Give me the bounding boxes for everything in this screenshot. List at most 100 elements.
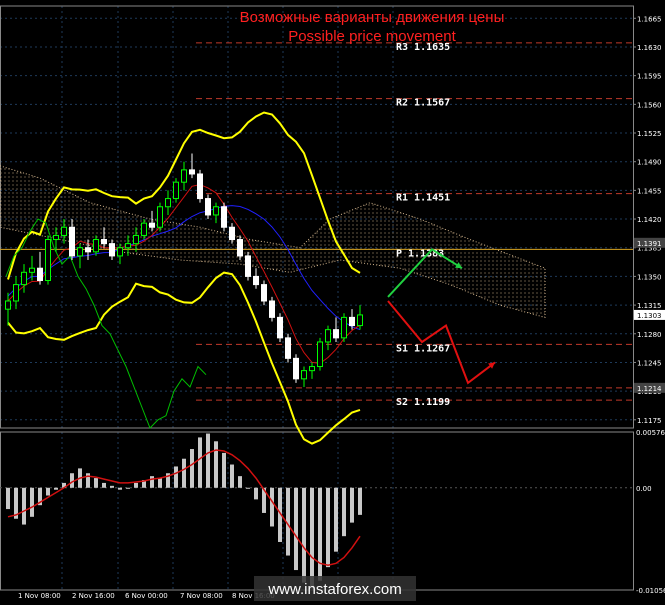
candle bbox=[173, 178, 179, 203]
candle bbox=[45, 235, 51, 285]
watermark-text: www.instaforex.com bbox=[267, 581, 401, 598]
time-tick-label: 7 Nov 08:00 bbox=[180, 592, 223, 600]
osc-histogram-bar bbox=[158, 478, 162, 488]
osc-histogram-bar bbox=[246, 487, 250, 489]
candle bbox=[197, 169, 203, 203]
candle-body bbox=[93, 239, 99, 253]
osc-histogram-bar bbox=[198, 437, 202, 488]
osc-histogram-bar bbox=[46, 487, 50, 496]
level-label-r1: R1 1.1451 bbox=[396, 193, 450, 204]
price-marker-label: 1.1391 bbox=[637, 240, 662, 248]
candle-body bbox=[341, 316, 347, 339]
candle-body bbox=[213, 206, 219, 216]
watermark: www.instaforex.com bbox=[254, 576, 416, 601]
osc-histogram-bar bbox=[102, 482, 106, 488]
osc-histogram-bar bbox=[222, 452, 226, 488]
candle-body bbox=[253, 275, 259, 286]
level-label-r2: R2 1.1567 bbox=[396, 98, 450, 109]
level-label-s2: S2 1.1199 bbox=[396, 397, 450, 408]
price-tick-label: 1.1350 bbox=[637, 273, 662, 281]
price-chart: R3 1.1635R2 1.1567R1 1.1451P 1.1383S1 1.… bbox=[0, 0, 665, 605]
candle-body bbox=[205, 198, 211, 216]
candle-body bbox=[29, 267, 35, 273]
osc-histogram-bar bbox=[302, 487, 306, 583]
price-tick-label: 1.1595 bbox=[637, 73, 662, 81]
price-marker-label: 1.1214 bbox=[637, 385, 662, 393]
osc-histogram-bar bbox=[94, 478, 98, 488]
osc-tick-label: 0.00576 bbox=[636, 429, 665, 437]
osc-histogram-bar bbox=[6, 487, 10, 510]
candle-body bbox=[69, 226, 75, 257]
candle-body bbox=[237, 239, 243, 257]
candle-body bbox=[37, 267, 43, 282]
candle bbox=[293, 354, 299, 383]
osc-histogram-bar bbox=[310, 487, 314, 589]
candle-body bbox=[317, 341, 323, 368]
osc-histogram-bar bbox=[318, 487, 322, 581]
candle-body bbox=[5, 300, 11, 310]
candle bbox=[277, 313, 283, 342]
candle-body bbox=[157, 206, 163, 228]
osc-histogram-bar bbox=[238, 476, 242, 488]
osc-tick-label: 0.00 bbox=[636, 485, 652, 493]
osc-histogram-bar bbox=[230, 464, 234, 488]
candle-body bbox=[189, 169, 195, 175]
candle-body bbox=[21, 271, 27, 286]
price-tick-label: 1.1630 bbox=[637, 44, 662, 52]
candle-body bbox=[133, 234, 139, 245]
osc-histogram-bar bbox=[54, 487, 58, 490]
candle-body bbox=[165, 198, 171, 208]
osc-histogram-bar bbox=[182, 458, 186, 488]
osc-histogram-bar bbox=[118, 487, 122, 490]
candle-body bbox=[197, 173, 203, 200]
osc-histogram-bar bbox=[342, 487, 346, 537]
candle-body bbox=[261, 284, 267, 302]
candle bbox=[245, 251, 251, 281]
candle-body bbox=[229, 226, 235, 241]
osc-histogram-bar bbox=[150, 476, 154, 488]
candle-body bbox=[277, 316, 283, 339]
time-tick-label: 6 Nov 00:00 bbox=[125, 592, 168, 600]
candle bbox=[221, 202, 227, 232]
osc-histogram-bar bbox=[110, 485, 114, 488]
level-label-p: P 1.1383 bbox=[396, 248, 444, 259]
candle-body bbox=[333, 329, 339, 339]
candle-body bbox=[61, 226, 67, 236]
osc-histogram-bar bbox=[254, 487, 258, 500]
candle-body bbox=[45, 239, 51, 282]
candle-body bbox=[245, 255, 251, 277]
candle-body bbox=[349, 316, 355, 327]
candle-body bbox=[53, 234, 59, 241]
candle-body bbox=[85, 247, 91, 253]
price-marker-label: 1.1303 bbox=[637, 312, 662, 320]
candle-body bbox=[285, 337, 291, 359]
candle-body bbox=[293, 357, 299, 380]
candle-body bbox=[301, 370, 307, 380]
osc-histogram-bar bbox=[294, 487, 298, 571]
candle-body bbox=[149, 222, 155, 228]
osc-histogram-bar bbox=[270, 487, 274, 527]
candle bbox=[269, 296, 275, 322]
price-tick-label: 1.1245 bbox=[637, 359, 662, 367]
osc-histogram-bar bbox=[214, 441, 218, 488]
candle-body bbox=[173, 181, 179, 200]
osc-histogram-bar bbox=[134, 482, 138, 488]
time-tick-label: 1 Nov 08:00 bbox=[18, 592, 61, 600]
candle-body bbox=[101, 239, 107, 245]
osc-histogram-bar bbox=[206, 433, 210, 488]
osc-histogram-bar bbox=[358, 487, 362, 515]
osc-histogram-bar bbox=[190, 449, 194, 488]
candle bbox=[341, 313, 347, 342]
price-tick-label: 1.1455 bbox=[637, 187, 662, 195]
candle-body bbox=[77, 247, 83, 257]
osc-histogram-bar bbox=[126, 487, 130, 489]
candle bbox=[157, 202, 163, 232]
candle-body bbox=[357, 314, 363, 327]
candle bbox=[261, 280, 267, 306]
price-tick-label: 1.1525 bbox=[637, 130, 662, 138]
candle-body bbox=[117, 247, 123, 257]
candle-body bbox=[109, 243, 115, 257]
candle-body bbox=[181, 169, 187, 183]
price-tick-label: 1.1665 bbox=[637, 15, 662, 23]
price-tick-label: 1.1560 bbox=[637, 101, 662, 109]
